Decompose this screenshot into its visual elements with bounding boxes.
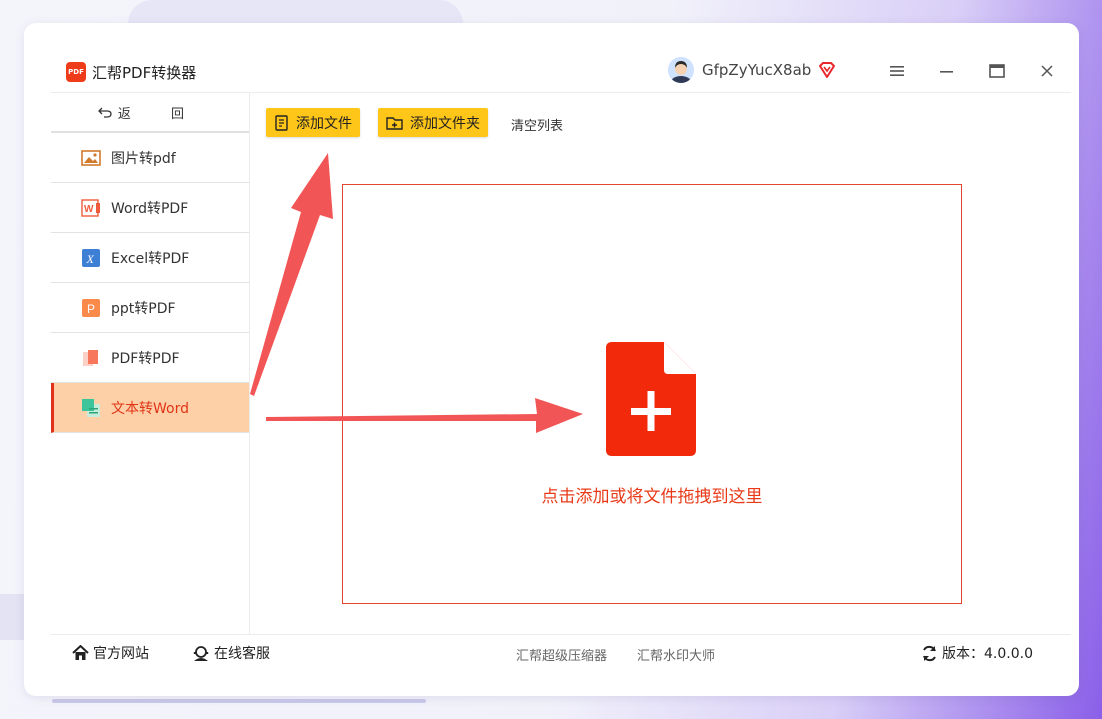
svg-text:W: W: [84, 204, 94, 215]
sidebar-item-text-to-word[interactable]: 文本转Word: [51, 383, 249, 433]
ppt-icon: P: [81, 298, 101, 318]
sidebar-item-label: Word转PDF: [111, 200, 189, 217]
user-avatar[interactable]: [668, 57, 694, 83]
app-window: PDF 汇帮PDF转换器 GfpZyYucX8ab 返 回 图片转pdf W W…: [24, 23, 1079, 696]
sidebar-item-label: 图片转pdf: [111, 150, 176, 167]
maximize-button[interactable]: [983, 57, 1011, 85]
add-folder-button[interactable]: 添加文件夹: [378, 108, 488, 137]
close-icon: [1041, 65, 1053, 77]
vip-diamond-icon[interactable]: [817, 60, 837, 80]
sidebar-item-label: Excel转PDF: [111, 250, 190, 267]
image-icon: [81, 148, 101, 168]
text-icon: [81, 398, 101, 418]
app-logo-icon: PDF: [66, 62, 86, 82]
sidebar-item-label: 文本转Word: [111, 400, 189, 417]
username[interactable]: GfpZyYucX8ab: [702, 61, 811, 79]
title-bar: PDF 汇帮PDF转换器 GfpZyYucX8ab: [51, 49, 1071, 93]
footer: 官方网站 在线客服 汇帮超级压缩器 汇帮水印大师 版本：4.0.0.0: [51, 634, 1071, 669]
back-arrow-icon: [98, 107, 112, 118]
word-icon: W: [81, 198, 101, 218]
add-file-icon: [606, 342, 696, 456]
website-label: 官方网站: [93, 646, 149, 662]
background-bar: [52, 699, 426, 703]
clear-list-button[interactable]: 清空列表: [511, 115, 563, 134]
compressor-link[interactable]: 汇帮超级压缩器: [516, 645, 607, 664]
minimize-icon: [940, 71, 953, 73]
online-support-link[interactable]: 在线客服: [192, 643, 270, 663]
app-title: 汇帮PDF转换器: [92, 64, 197, 82]
drop-zone-hint: 点击添加或将文件拖拽到这里: [541, 487, 763, 507]
svg-text:P: P: [87, 302, 95, 316]
excel-icon: X: [81, 248, 101, 268]
pdf-icon: [81, 348, 101, 368]
avatar-icon: [668, 57, 694, 83]
hamburger-icon: [890, 66, 904, 76]
minimize-button[interactable]: [933, 57, 961, 85]
version-info[interactable]: 版本：4.0.0.0: [921, 643, 1033, 663]
home-icon: [72, 645, 89, 661]
menu-button[interactable]: [883, 57, 911, 85]
sidebar: 返 回 图片转pdf W Word转PDF X Excel转PDF P ppt转…: [51, 93, 250, 634]
add-file-button[interactable]: 添加文件: [266, 108, 360, 137]
main-panel: 添加文件 添加文件夹 清空列表 点击添加或将文件拖拽到这里: [251, 93, 1071, 634]
sidebar-item-label: ppt转PDF: [111, 300, 176, 317]
sidebar-item-image-to-pdf[interactable]: 图片转pdf: [51, 133, 249, 183]
official-website-link[interactable]: 官方网站: [72, 643, 149, 663]
add-file-label: 添加文件: [296, 115, 352, 132]
back-label: 返 回: [117, 106, 203, 122]
sidebar-item-word-to-pdf[interactable]: W Word转PDF: [51, 183, 249, 233]
refresh-icon: [921, 645, 938, 662]
customer-service-icon: [192, 645, 210, 662]
sidebar-item-excel-to-pdf[interactable]: X Excel转PDF: [51, 233, 249, 283]
folder-add-icon: [386, 115, 404, 131]
sidebar-item-label: PDF转PDF: [111, 350, 180, 367]
watermark-link[interactable]: 汇帮水印大师: [637, 645, 715, 664]
sidebar-item-ppt-to-pdf[interactable]: P ppt转PDF: [51, 283, 249, 333]
add-folder-label: 添加文件夹: [410, 115, 480, 132]
version-label: 版本：4.0.0.0: [942, 646, 1033, 662]
file-drop-zone[interactable]: 点击添加或将文件拖拽到这里: [342, 184, 962, 604]
support-label: 在线客服: [214, 646, 270, 662]
sidebar-item-pdf-to-pdf[interactable]: PDF转PDF: [51, 333, 249, 383]
close-button[interactable]: [1033, 57, 1061, 85]
svg-text:X: X: [86, 252, 95, 266]
back-button[interactable]: 返 回: [51, 93, 249, 133]
file-list-icon: [274, 114, 290, 131]
maximize-icon: [989, 64, 1005, 78]
